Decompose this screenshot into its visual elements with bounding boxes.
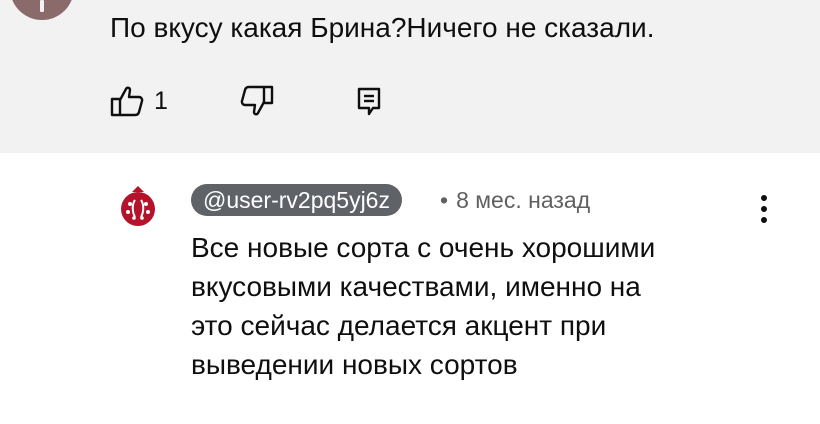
more-options-button[interactable] bbox=[752, 193, 776, 227]
dislike-button[interactable] bbox=[240, 84, 274, 118]
meta-separator: • bbox=[440, 187, 449, 213]
like-button[interactable]: 1 bbox=[110, 84, 168, 118]
comment-body-line: выведении новых сортов bbox=[191, 349, 518, 380]
reply-icon bbox=[356, 86, 382, 116]
comment-body-line: вкусовыми качествами, именно на bbox=[191, 271, 641, 302]
reply-button[interactable] bbox=[356, 84, 382, 118]
comment-body-line: Все новые сорта с очень хорошими bbox=[191, 232, 656, 263]
comment-body: Все новые сорта с очень хорошими вкусовы… bbox=[191, 228, 751, 384]
thumbs-up-icon bbox=[110, 85, 144, 117]
comment-meta: • 8 мес. назад bbox=[440, 184, 590, 216]
author-name[interactable]: @user-rv2pq5yj6z bbox=[191, 184, 402, 216]
comment: @user-rv2pq5yj6z • 8 мес. назад Все новые… bbox=[0, 153, 820, 424]
comment-body-line: это сейчас делается акцент при bbox=[191, 310, 607, 341]
more-vert-icon bbox=[752, 195, 776, 231]
thumbs-down-icon bbox=[240, 85, 274, 117]
like-count: 1 bbox=[154, 86, 168, 115]
avatar[interactable] bbox=[116, 184, 160, 228]
timestamp: 8 мес. назад bbox=[456, 187, 591, 213]
previous-comment-text: По вкусу какая Брина?Ничего не сказали. bbox=[110, 12, 655, 43]
previous-comment: По вкусу какая Брина?Ничего не сказали. … bbox=[0, 0, 820, 153]
previous-comment-avatar[interactable] bbox=[10, 0, 74, 20]
raspberry-logo-icon bbox=[116, 186, 160, 232]
